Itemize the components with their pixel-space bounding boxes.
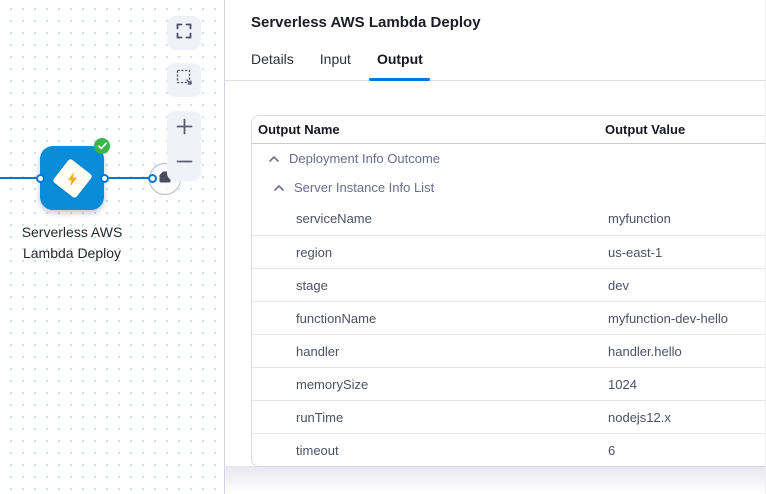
tab-details[interactable]: Details <box>251 51 294 80</box>
column-header-output-name: Output Name <box>252 122 605 137</box>
zoom-out-button[interactable] <box>167 146 201 181</box>
table-row: functionName myfunction-dev-hello <box>252 301 766 334</box>
tab-input[interactable]: Input <box>320 51 351 80</box>
output-value: dev <box>605 278 766 293</box>
output-name: handler <box>252 344 605 359</box>
page-title: Serverless AWS Lambda Deploy <box>225 0 766 31</box>
table-header: Output Name Output Value <box>252 116 766 144</box>
node-port-right <box>100 174 109 183</box>
output-name: region <box>252 245 605 260</box>
output-value: 1024 <box>605 377 766 392</box>
edge-incoming <box>0 177 40 179</box>
plus-icon <box>176 118 193 140</box>
output-value: myfunction <box>605 211 766 226</box>
pipeline-canvas[interactable]: Serverless AWS Lambda Deploy <box>0 0 224 494</box>
table-row: serviceName myfunction <box>252 202 766 235</box>
column-header-output-value: Output Value <box>605 122 766 137</box>
edge-outgoing <box>104 177 153 179</box>
output-name: runTime <box>252 410 605 425</box>
table-row: region us-east-1 <box>252 235 766 268</box>
output-table: Output Name Output Value Deployment Info… <box>251 115 766 467</box>
step-details-panel: Serverless AWS Lambda Deploy Details Inp… <box>225 0 766 494</box>
zoom-controls <box>167 111 201 181</box>
marquee-select-button[interactable] <box>167 63 201 97</box>
output-value: 6 <box>605 443 766 458</box>
table-row: handler handler.hello <box>252 334 766 367</box>
group-label: Deployment Info Outcome <box>289 151 440 166</box>
minus-icon <box>176 153 193 175</box>
success-check-icon <box>94 138 110 154</box>
group-label: Server Instance Info List <box>294 180 434 195</box>
zoom-in-button[interactable] <box>167 111 201 146</box>
output-name: stage <box>252 278 605 293</box>
output-name: functionName <box>252 311 605 326</box>
output-value: nodejs12.x <box>605 410 766 425</box>
chevron-up-icon[interactable] <box>269 156 279 162</box>
table-row: stage dev <box>252 268 766 301</box>
node-port-next <box>148 174 157 183</box>
output-value: myfunction-dev-hello <box>605 311 766 326</box>
marquee-select-icon <box>176 69 193 91</box>
output-name: serviceName <box>252 211 605 226</box>
fullscreen-button[interactable] <box>167 16 201 50</box>
table-row: timeout 6 <box>252 433 766 466</box>
node-port-left <box>36 174 45 183</box>
output-name: timeout <box>252 443 605 458</box>
chevron-up-icon[interactable] <box>274 185 284 191</box>
table-row: memorySize 1024 <box>252 367 766 400</box>
tab-output[interactable]: Output <box>377 51 423 80</box>
fullscreen-icon <box>176 23 192 44</box>
lambda-step-icon <box>52 158 93 199</box>
table-row: runTime nodejs12.x <box>252 400 766 433</box>
output-value: us-east-1 <box>605 245 766 260</box>
group-row-server-instance-info-list[interactable]: Server Instance Info List <box>252 173 766 202</box>
bottom-scroll-fade <box>225 466 766 494</box>
output-value: handler.hello <box>605 344 766 359</box>
step-node-serverless-lambda-deploy[interactable] <box>40 146 104 210</box>
node-label: Serverless AWS Lambda Deploy <box>7 222 137 264</box>
group-row-deployment-info-outcome[interactable]: Deployment Info Outcome <box>252 144 766 173</box>
tab-bar: Details Input Output <box>225 31 766 81</box>
output-name: memorySize <box>252 377 605 392</box>
